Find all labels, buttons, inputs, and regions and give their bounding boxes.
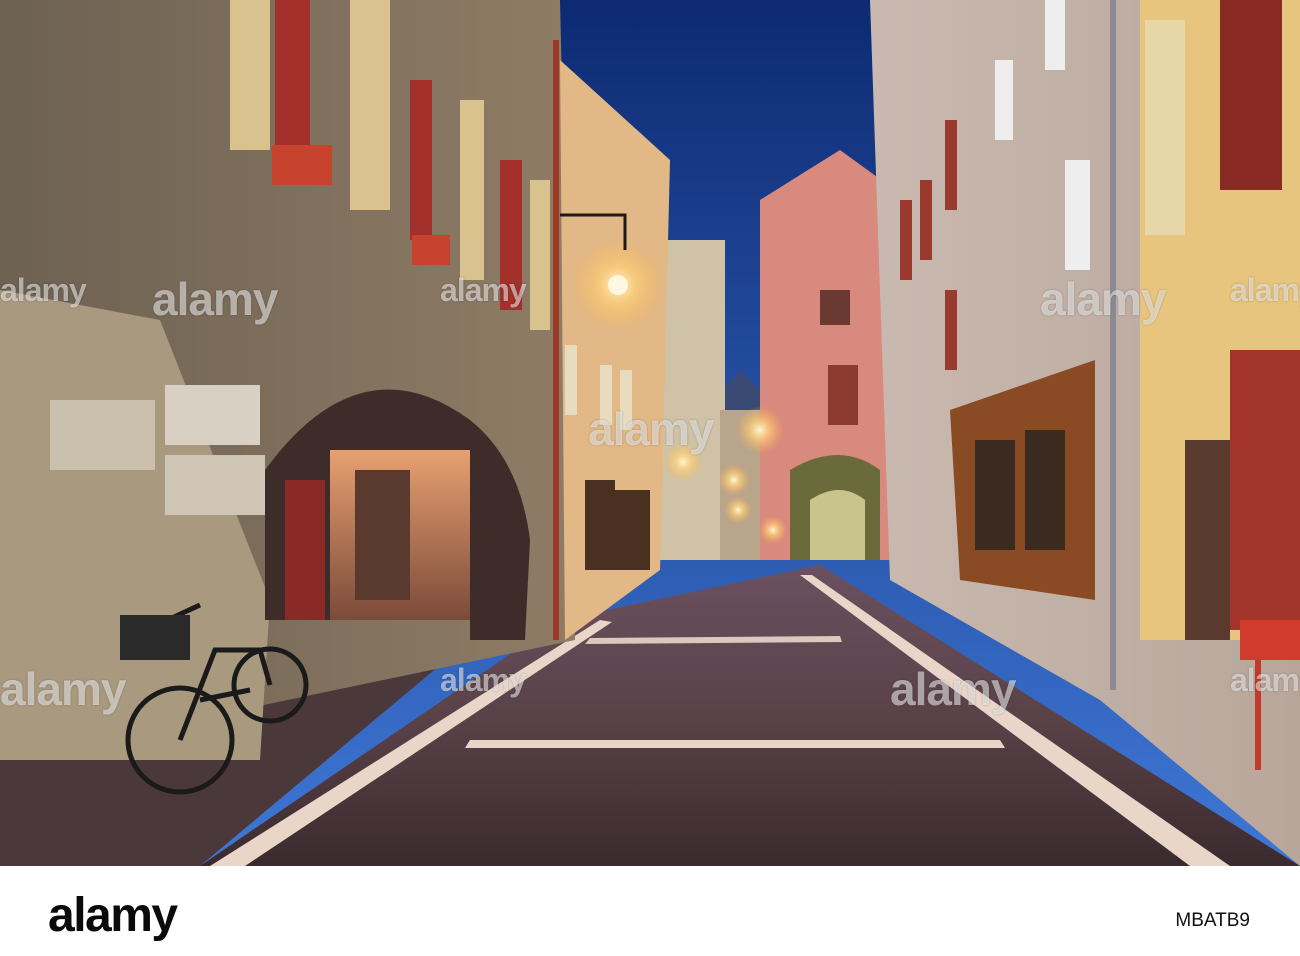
footer-bar: alamy MBATB9 [0, 866, 1300, 956]
image-stage: alamy alamy alamy alamy alamy alamy alam… [0, 0, 1300, 956]
image-id: MBATB9 [1175, 910, 1250, 931]
street-photo [0, 0, 1300, 866]
alamy-logo: alamy [48, 889, 178, 942]
